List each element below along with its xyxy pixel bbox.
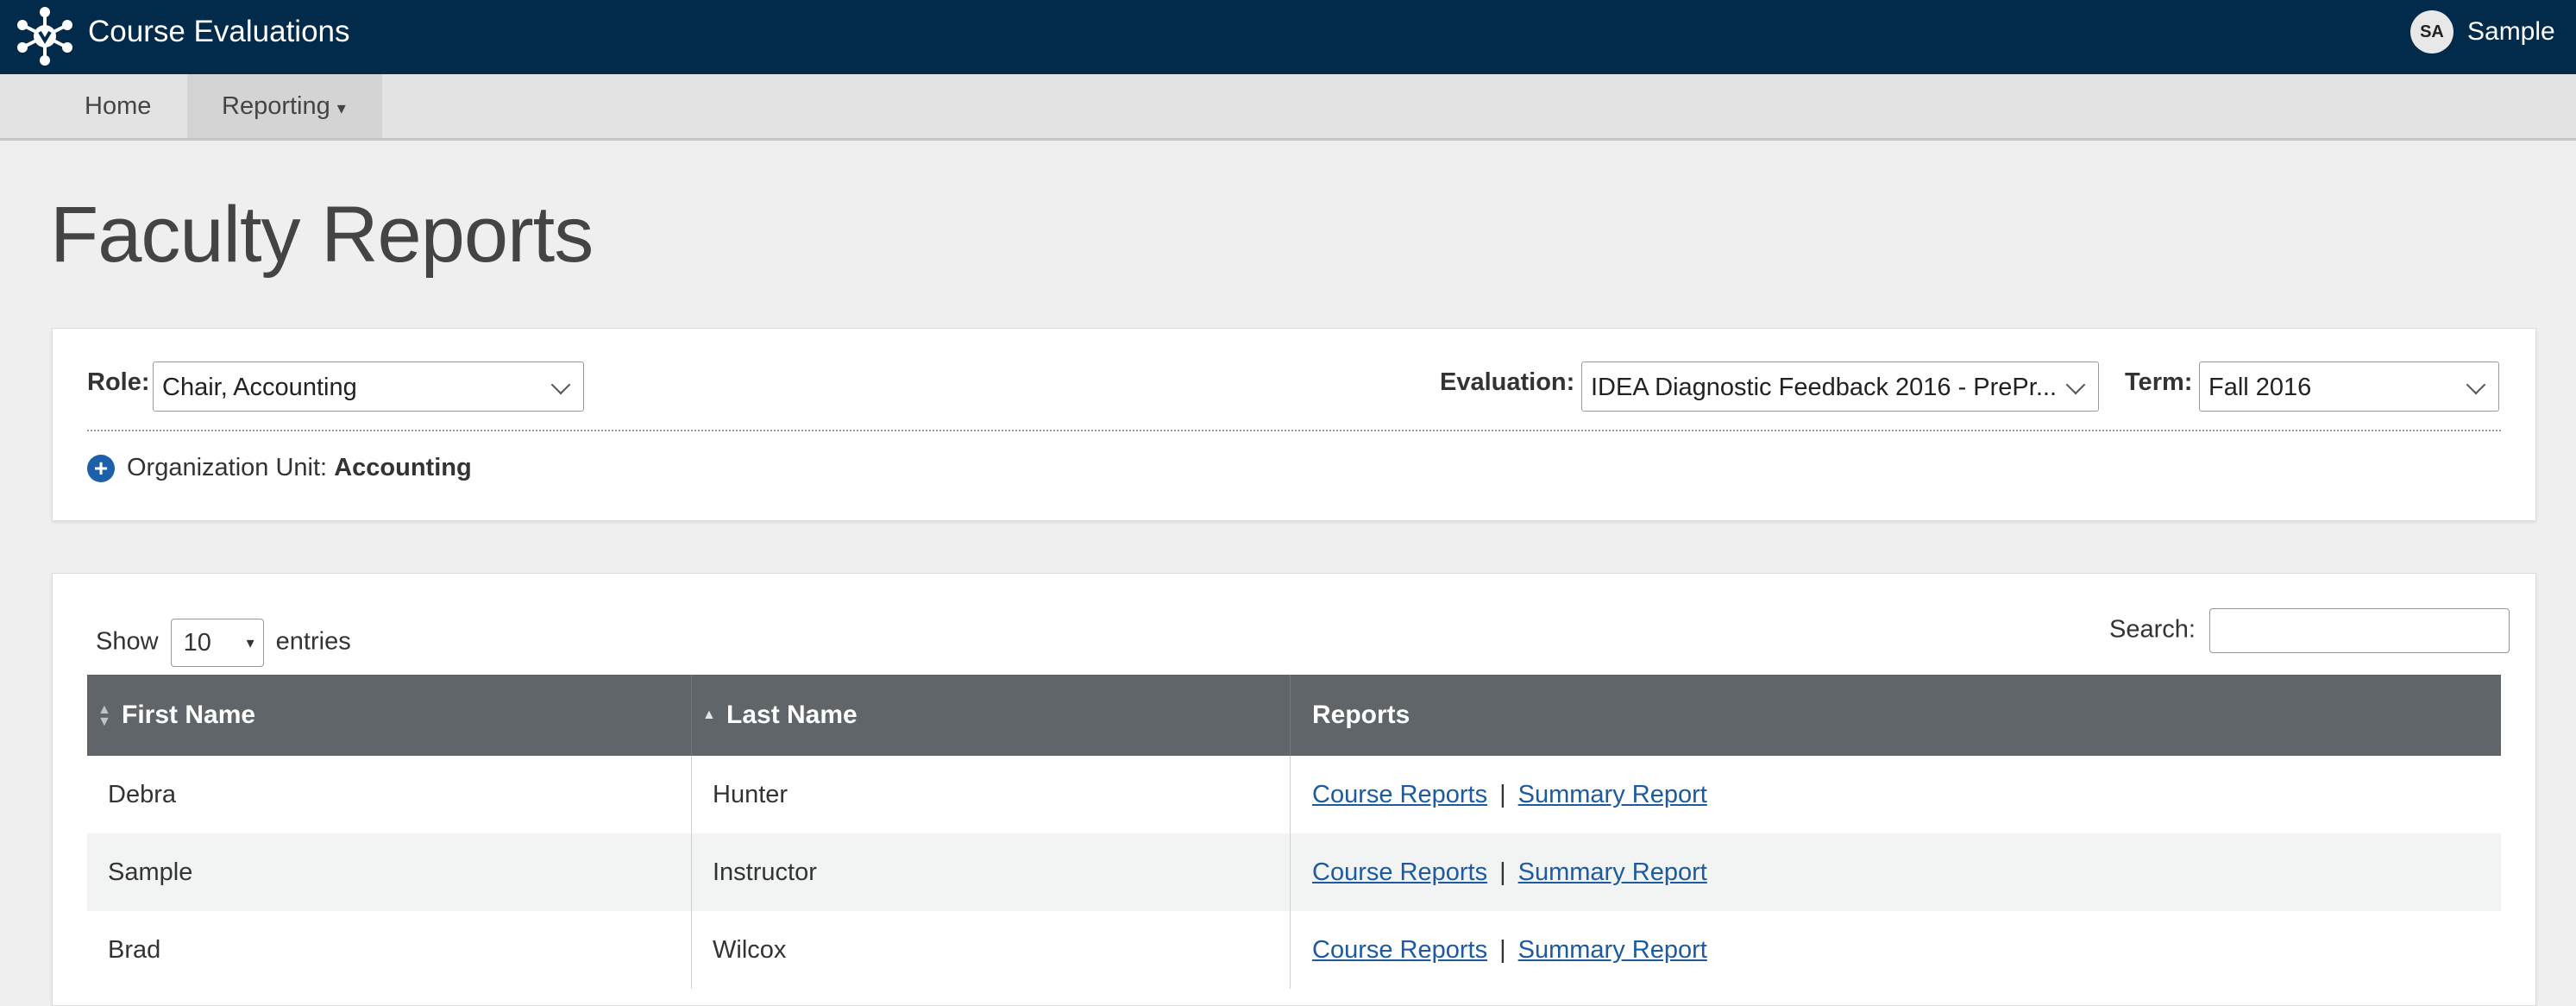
chevron-down-icon [2466,374,2486,395]
nav-home-label: Home [85,92,152,120]
table-header: ▲ ▼ First Name ▲ Last Name Reports [87,675,2501,756]
filter-panel: Role: Chair, Accounting Evaluation: IDEA… [52,328,2536,521]
reports-cell: Course Reports | Summary Report [1291,756,2501,833]
page-size-select[interactable]: 10 ▾ [170,619,264,667]
role-select-value: Chair, Accounting [162,374,357,401]
sort-both-icon: ▲ ▼ [97,702,111,729]
page-size-value: 10 [183,629,211,657]
summary-report-link[interactable]: Summary Report [1518,858,1707,886]
last-name-cell: Instructor [692,833,1291,911]
chevron-down-icon [550,374,571,395]
evaluation-select[interactable]: IDEA Diagnostic Feedback 2016 - PrePr... [1581,362,2099,412]
column-header-last-name[interactable]: ▲ Last Name [692,675,1291,756]
column-header-label: First Name [122,701,256,729]
user-name[interactable]: Sample [2467,17,2555,47]
org-unit-row: + Organization Unit: Accounting [87,454,472,483]
summary-report-link[interactable]: Summary Report [1518,936,1707,964]
role-label: Role: [87,368,150,396]
evaluation-label: Evaluation: [1440,368,1575,396]
nav-reporting-menu[interactable]: Reporting ▾ [187,74,382,138]
nav-reporting-label: Reporting [222,92,330,120]
org-unit-label: Organization Unit: [127,454,328,481]
course-reports-link[interactable]: Course Reports [1312,781,1487,808]
course-reports-link[interactable]: Course Reports [1312,936,1487,964]
summary-report-link[interactable]: Summary Report [1518,781,1707,808]
nav-bar: Home Reporting ▾ [0,74,2576,141]
page-size-control: Show 10 ▾ entries [96,619,351,667]
first-name-cell: Brad [87,911,692,989]
table-row: Debra Hunter Course Reports | Summary Repo… [87,756,2501,833]
column-header-reports: Reports [1291,675,2501,756]
dropdown-triangle-icon: ▾ [246,634,254,651]
search-label: Search: [2109,615,2196,644]
term-label: Term: [2125,368,2193,396]
nav-home[interactable]: Home [50,74,185,138]
table-panel: Show 10 ▾ entries Search: ▲ ▼ First Name … [52,573,2536,1006]
reports-cell: Course Reports | Summary Report [1291,833,2501,911]
reports-cell: Course Reports | Summary Report [1291,911,2501,989]
role-select[interactable]: Chair, Accounting [153,362,584,412]
first-name-cell: Sample [87,833,692,911]
caret-down-icon: ▾ [336,99,346,118]
avatar[interactable]: SA [2410,10,2453,53]
link-separator: | [1499,781,1506,808]
last-name-cell: Hunter [692,756,1291,833]
network-logo-icon[interactable] [14,5,76,67]
first-name-cell: Debra [87,756,692,833]
expand-plus-icon[interactable]: + [87,455,115,483]
column-header-label: Last Name [726,701,858,729]
top-bar: Course Evaluations SA Sample [0,0,2576,74]
page-title: Faculty Reports [50,191,594,279]
evaluation-select-value: IDEA Diagnostic Feedback 2016 - PrePr... [1591,374,2057,401]
table-row: Sample Instructor Course Reports | Summary… [87,833,2501,911]
last-name-cell: Wilcox [692,911,1291,989]
table-row: Brad Wilcox Course Reports | Summary Repor… [87,911,2501,989]
term-select[interactable]: Fall 2016 [2199,362,2499,412]
app-title[interactable]: Course Evaluations [88,15,350,49]
column-header-first-name[interactable]: ▲ ▼ First Name [87,675,692,756]
sort-ascending-icon: ▲ [702,707,716,722]
org-unit-value: Accounting [334,454,472,481]
term-select-value: Fall 2016 [2208,374,2312,401]
chevron-down-icon [2065,374,2086,395]
link-separator: | [1499,936,1506,964]
column-header-label: Reports [1312,701,1411,729]
show-label: Show [96,627,159,656]
search-input[interactable] [2209,608,2510,653]
search-control: Search: [2109,608,2510,653]
entries-label: entries [275,627,351,656]
link-separator: | [1499,858,1506,886]
course-reports-link[interactable]: Course Reports [1312,858,1487,886]
divider [87,430,2501,431]
